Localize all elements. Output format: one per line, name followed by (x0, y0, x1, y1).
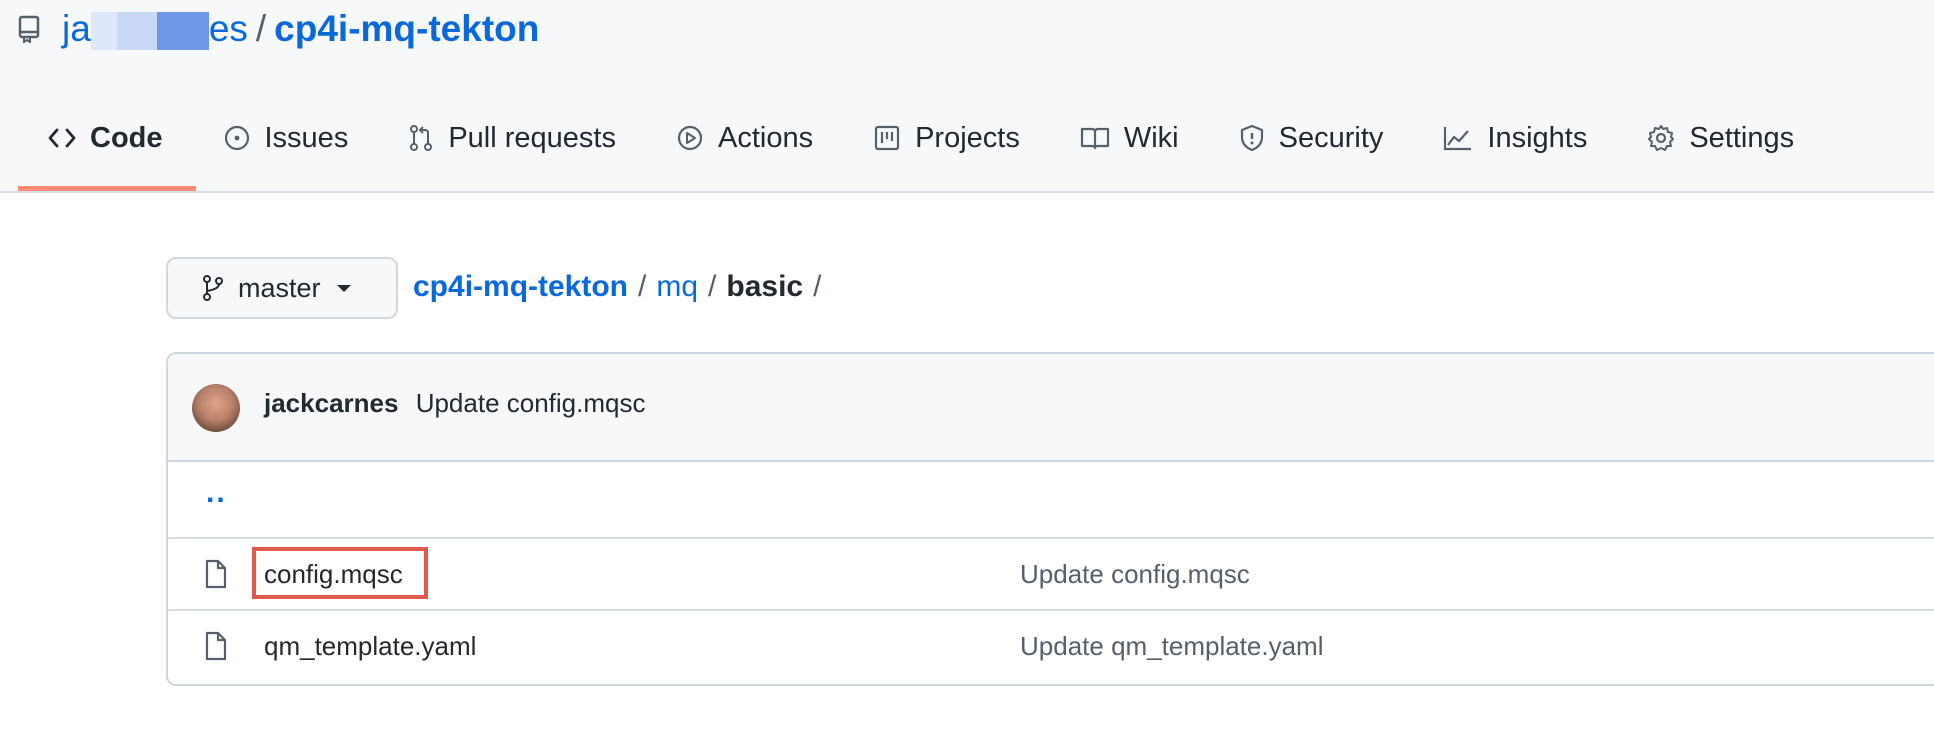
breadcrumb-current: basic (726, 270, 804, 303)
table-row[interactable]: config.mqsc Update config.mqsc (168, 537, 1934, 609)
tab-label: Code (90, 121, 163, 154)
breadcrumb: cp4i-mq-tekton / mq / basic / (413, 262, 831, 312)
tab-label: Wiki (1123, 121, 1179, 154)
code-icon (48, 128, 76, 148)
chevron-down-icon (336, 284, 351, 292)
breadcrumb-mq-link[interactable]: mq (656, 270, 698, 304)
file-icon (205, 559, 227, 589)
tab-actions[interactable]: Actions (646, 108, 843, 168)
highlight-box (252, 547, 428, 599)
project-icon (874, 125, 900, 151)
selected-tab-underline (18, 186, 196, 191)
tab-label: Settings (1689, 121, 1795, 154)
repo-name-link[interactable]: cp4i-mq-tekton (274, 8, 539, 50)
tab-settings[interactable]: Settings (1617, 108, 1824, 168)
repo-title: ja es / cp4i-mq-tekton (18, 4, 539, 54)
tab-wiki[interactable]: Wiki (1050, 108, 1209, 168)
tab-label: Issues (264, 121, 349, 154)
tab-issues[interactable]: Issues (193, 108, 379, 168)
tab-label: Projects (915, 121, 1020, 154)
gear-icon (1648, 125, 1675, 151)
branch-select-button[interactable]: master (166, 257, 398, 319)
tab-pull-requests[interactable]: Pull requests (378, 108, 646, 168)
tab-label: Security (1278, 121, 1384, 154)
parent-directory-link[interactable]: .. (206, 476, 227, 510)
breadcrumb-separator: / (708, 270, 717, 303)
tab-security[interactable]: Security (1209, 108, 1414, 168)
breadcrumb-separator: / (638, 270, 647, 303)
avatar[interactable] (192, 384, 240, 432)
repo-owner-link[interactable]: ja es (62, 8, 248, 51)
issue-icon (224, 125, 249, 151)
breadcrumb-trailing-separator: / (813, 270, 822, 303)
tab-insights[interactable]: Insights (1413, 108, 1617, 168)
file-name-link[interactable]: qm_template.yaml (264, 631, 476, 662)
file-commit-message[interactable]: Update qm_template.yaml (1020, 631, 1323, 662)
book-icon (1080, 127, 1109, 150)
tab-label: Pull requests (448, 121, 616, 154)
table-row[interactable]: qm_template.yaml Update qm_template.yaml (168, 609, 1934, 681)
file-commit-message[interactable]: Update config.mqsc (1020, 559, 1250, 590)
parent-directory-row[interactable]: .. (168, 462, 1934, 537)
git-branch-icon (203, 275, 223, 301)
latest-commit-text: jackcarnes Update config.mqsc (264, 388, 645, 419)
tab-label: Insights (1487, 121, 1588, 154)
latest-commit-bar: jackcarnes Update config.mqsc (168, 354, 1934, 462)
file-list: jackcarnes Update config.mqsc .. config.… (166, 352, 1934, 686)
commit-author-link[interactable]: jackcarnes (264, 388, 398, 418)
play-icon (677, 125, 703, 151)
tab-code[interactable]: Code (18, 108, 193, 168)
pull-request-icon (410, 125, 433, 151)
repo-nav-tabs: Code Issues Pull requests Actions Projec… (18, 108, 1824, 168)
repo-icon (18, 13, 46, 45)
repo-header: ja es / cp4i-mq-tekton Code Issues Pull r… (0, 0, 1934, 193)
branch-label: master (238, 272, 321, 303)
shield-icon (1240, 124, 1263, 152)
repo-separator: / (255, 8, 267, 49)
tab-projects[interactable]: Projects (843, 108, 1050, 168)
file-icon (205, 631, 227, 661)
commit-message-link[interactable]: Update config.mqsc (416, 388, 646, 418)
breadcrumb-root-link[interactable]: cp4i-mq-tekton (413, 270, 628, 304)
redaction-block (90, 12, 209, 51)
tab-label: Actions (717, 121, 814, 154)
graph-icon (1444, 127, 1472, 151)
